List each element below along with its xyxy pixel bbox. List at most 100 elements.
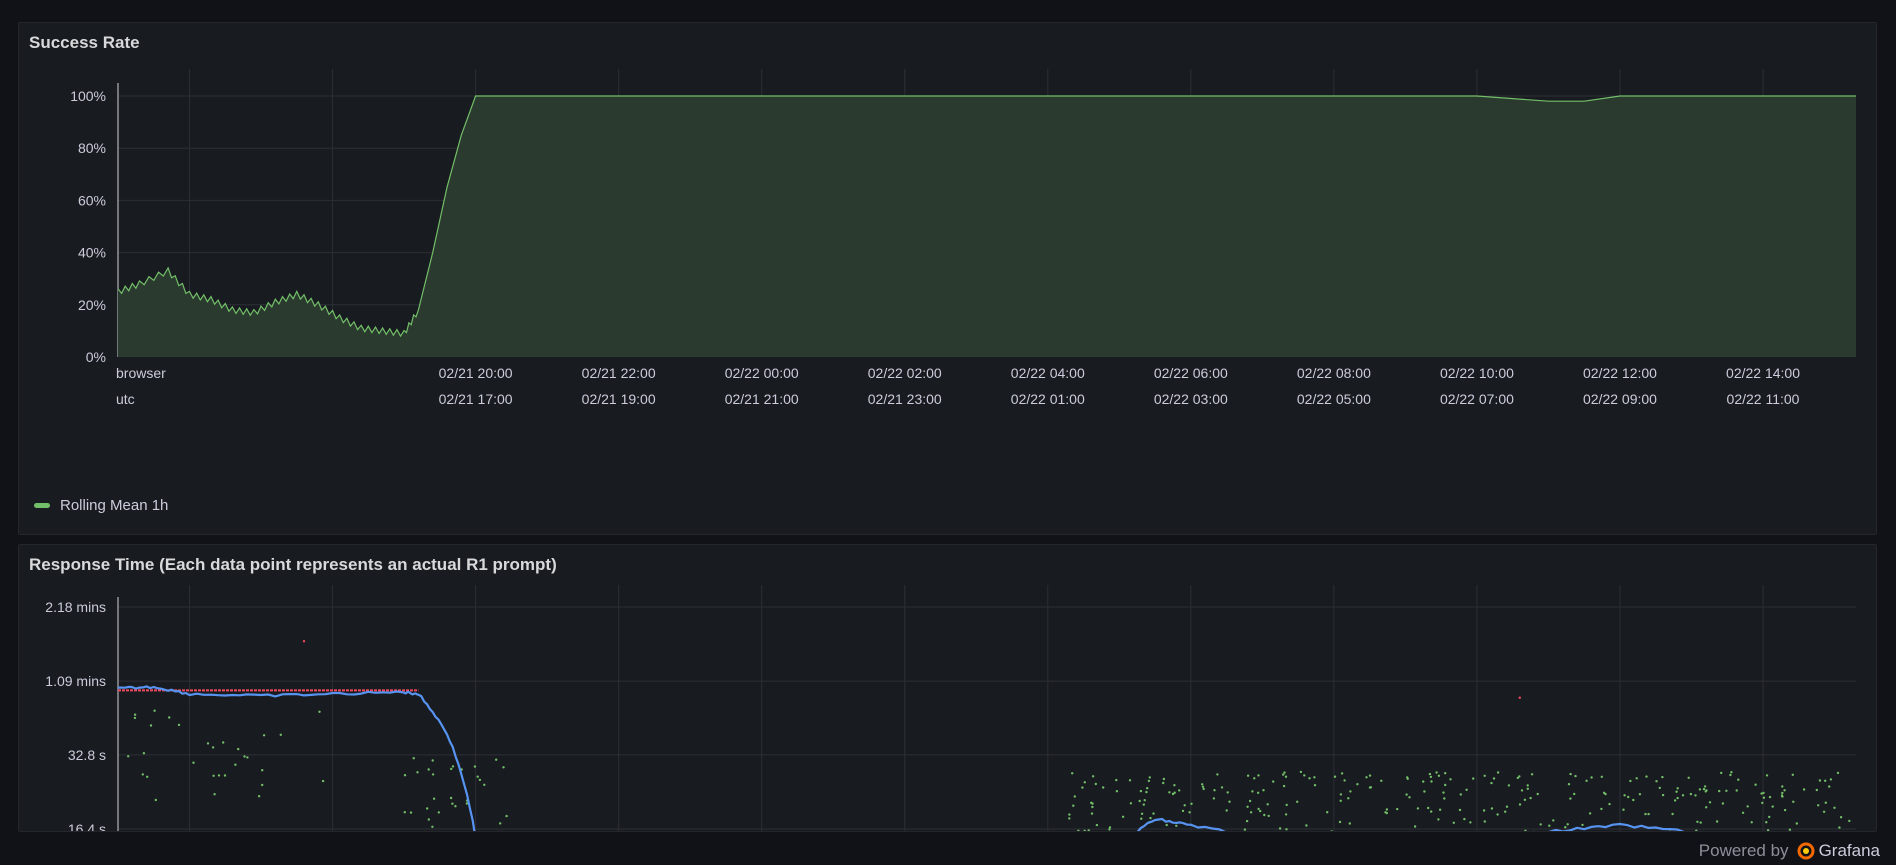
response-point xyxy=(1783,789,1786,792)
response-point xyxy=(1201,785,1205,788)
response-point xyxy=(451,802,454,805)
response-point xyxy=(1608,802,1611,806)
y-tick-label: 1.09 mins xyxy=(45,673,106,689)
response-point xyxy=(1720,771,1723,775)
x-tick-label-browser: 02/22 02:00 xyxy=(868,365,942,381)
response-point xyxy=(321,779,325,783)
y-tick-label: 80% xyxy=(78,140,106,156)
response-point xyxy=(426,807,429,810)
response-point xyxy=(1463,817,1466,821)
response-point xyxy=(1339,793,1343,796)
response-point xyxy=(1147,779,1151,783)
response-point xyxy=(1181,809,1185,813)
response-point xyxy=(1071,772,1074,775)
response-point xyxy=(146,775,149,778)
success-rate-legend[interactable]: Rolling Mean 1h xyxy=(34,497,168,514)
x-tick-label-browser: 02/22 08:00 xyxy=(1297,365,1371,381)
response-point xyxy=(1750,821,1753,824)
grafana-icon xyxy=(1797,842,1815,860)
response-point xyxy=(1647,812,1650,816)
response-mean-line xyxy=(118,685,1685,831)
response-point xyxy=(450,767,453,771)
response-point xyxy=(1523,798,1527,801)
response-point xyxy=(449,796,453,800)
response-point xyxy=(1338,820,1342,824)
response-point xyxy=(1802,788,1806,791)
response-point xyxy=(1564,826,1567,829)
response-point xyxy=(223,774,227,777)
response-point xyxy=(1675,790,1678,793)
x-tick-label-browser: 02/22 14:00 xyxy=(1726,365,1800,381)
response-point xyxy=(1102,786,1105,789)
response-point xyxy=(412,757,415,760)
response-point xyxy=(1526,784,1529,787)
success-rate-area xyxy=(118,96,1856,357)
legend-label[interactable]: Rolling Mean 1h xyxy=(60,497,168,514)
response-point xyxy=(1839,816,1843,819)
response-point xyxy=(1600,775,1604,778)
x-tick-label-browser: 02/22 00:00 xyxy=(725,365,799,381)
response-point xyxy=(1266,803,1269,806)
response-point xyxy=(1313,776,1316,779)
response-point xyxy=(257,795,261,798)
response-point xyxy=(1765,821,1768,824)
response-point xyxy=(1791,773,1795,776)
response-point xyxy=(1492,777,1496,780)
response-point xyxy=(1443,797,1446,800)
legend-swatch xyxy=(34,503,50,508)
response-point xyxy=(1305,824,1308,827)
response-point xyxy=(1164,831,1166,832)
response-point xyxy=(177,723,181,727)
response-point xyxy=(1248,799,1252,803)
response-point xyxy=(1762,796,1766,799)
success-rate-chart: 0% 20% 40% 60% 80% 100% 02/21 20:00 02/21 17:00… xyxy=(70,69,1856,407)
x-tick-label-utc: 02/22 03:00 xyxy=(1154,391,1228,407)
response-point xyxy=(1430,780,1433,783)
response-point xyxy=(1183,804,1186,807)
response-point xyxy=(1828,785,1831,788)
response-point xyxy=(1518,775,1521,778)
response-point xyxy=(1766,829,1770,831)
response-point xyxy=(1428,772,1432,776)
response-point xyxy=(1326,811,1329,814)
response-point xyxy=(1313,784,1317,787)
y-tick-label: 20% xyxy=(78,297,106,313)
response-point-red xyxy=(302,640,306,643)
response-point xyxy=(1140,817,1143,820)
response-point xyxy=(1437,774,1441,777)
response-point xyxy=(1202,787,1205,791)
response-point xyxy=(1225,809,1228,812)
response-point xyxy=(1505,805,1509,808)
response-point xyxy=(1284,813,1288,816)
response-point xyxy=(1278,827,1282,830)
response-point xyxy=(1213,789,1216,792)
response-point xyxy=(427,768,430,771)
grafana-logo[interactable]: Grafana xyxy=(1797,841,1880,861)
response-point xyxy=(1081,786,1084,789)
response-point xyxy=(1251,790,1254,793)
response-point xyxy=(1725,789,1728,792)
response-point xyxy=(1396,807,1399,811)
response-point xyxy=(1162,781,1165,785)
response-point xyxy=(1170,831,1172,832)
response-point xyxy=(416,771,419,774)
response-point xyxy=(1246,774,1250,777)
response-point xyxy=(1695,829,1698,831)
response-point xyxy=(1699,821,1702,824)
response-point xyxy=(1257,807,1260,811)
response-point xyxy=(1573,792,1576,796)
response-point xyxy=(1708,801,1712,804)
response-point xyxy=(1689,792,1693,796)
response-point xyxy=(1676,787,1679,790)
response-point xyxy=(1696,820,1699,823)
y-tick-label: 2.18 mins xyxy=(45,599,106,615)
response-point xyxy=(1548,824,1551,827)
response-point xyxy=(1115,778,1118,782)
response-point xyxy=(211,746,215,749)
response-point xyxy=(1138,799,1141,803)
response-point xyxy=(1246,805,1249,808)
response-point xyxy=(1267,814,1270,818)
response-point xyxy=(1406,776,1409,779)
response-point xyxy=(1285,803,1288,807)
response-point xyxy=(1483,820,1487,823)
